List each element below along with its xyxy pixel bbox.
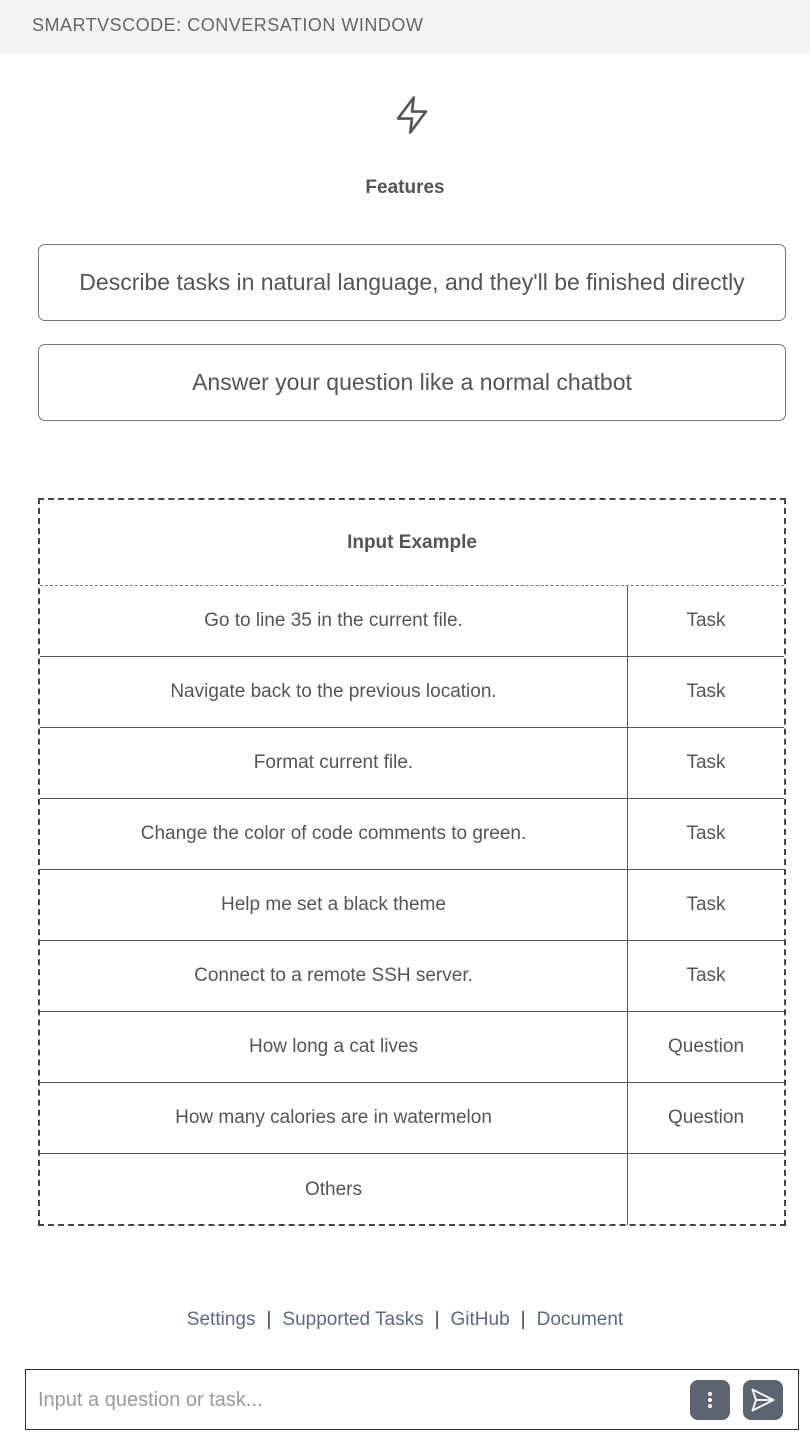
example-text: Connect to a remote SSH server. [40,941,628,1011]
features-title: Features [365,177,445,198]
github-link[interactable]: GitHub [451,1309,510,1330]
example-row: Connect to a remote SSH server. Task [40,941,784,1012]
document-link[interactable]: Document [537,1309,624,1330]
example-type [628,1154,784,1225]
example-row: Go to line 35 in the current file. Task [40,586,784,657]
example-row: Change the color of code comments to gre… [40,799,784,870]
feature-card-chatbot: Answer your question like a normal chatb… [38,344,786,421]
example-type: Task [686,610,726,631]
example-type: Task [686,752,726,773]
example-row: How long a cat lives Question [40,1012,784,1083]
example-text: Change the color of code comments to gre… [40,799,628,869]
window-titlebar: SMARTVSCODE: CONVERSATION WINDOW [0,0,810,54]
example-type: Task [686,894,726,915]
example-type: Task [686,681,726,702]
example-text: Others [40,1154,628,1225]
example-text: Navigate back to the previous location. [40,657,628,727]
supported-tasks-link[interactable]: Supported Tasks [282,1309,423,1330]
example-type: Question [667,1107,745,1128]
example-type: Task [686,965,726,986]
send-button[interactable] [743,1380,783,1420]
question-input[interactable] [38,1380,678,1420]
footer-separator: | [266,1309,272,1330]
window-title: SMARTVSCODE: CONVERSATION WINDOW [32,15,424,35]
example-text: Go to line 35 in the current file. [40,586,628,656]
footer-separator: | [520,1309,526,1330]
example-row: Help me set a black theme Task [40,870,784,941]
feature-card-tasks: Describe tasks in natural language, and … [38,244,786,321]
example-text: Format current file. [40,728,628,798]
example-text: Help me set a black theme [40,870,628,940]
example-type: Question [667,1036,745,1057]
more-vertical-icon [708,1392,712,1408]
footer-links: Settings | Supported Tasks | GitHub | Document [0,1309,810,1331]
example-row: Others [40,1154,784,1225]
footer-separator: | [434,1309,440,1330]
input-example-title: Input Example [40,500,784,586]
settings-link[interactable]: Settings [187,1309,256,1330]
lightning-icon [396,96,428,134]
send-icon [751,1388,775,1412]
chat-input-bar [25,1369,799,1430]
example-row: How many calories are in watermelon Quest… [40,1083,784,1154]
example-text: How many calories are in watermelon [40,1083,628,1153]
example-row: Navigate back to the previous location. T… [40,657,784,728]
more-options-button[interactable] [690,1380,730,1420]
example-type: Task [686,823,726,844]
example-text: How long a cat lives [40,1012,628,1082]
input-example-table: Input Example Go to line 35 in the curre… [38,498,786,1226]
example-row: Format current file. Task [40,728,784,799]
